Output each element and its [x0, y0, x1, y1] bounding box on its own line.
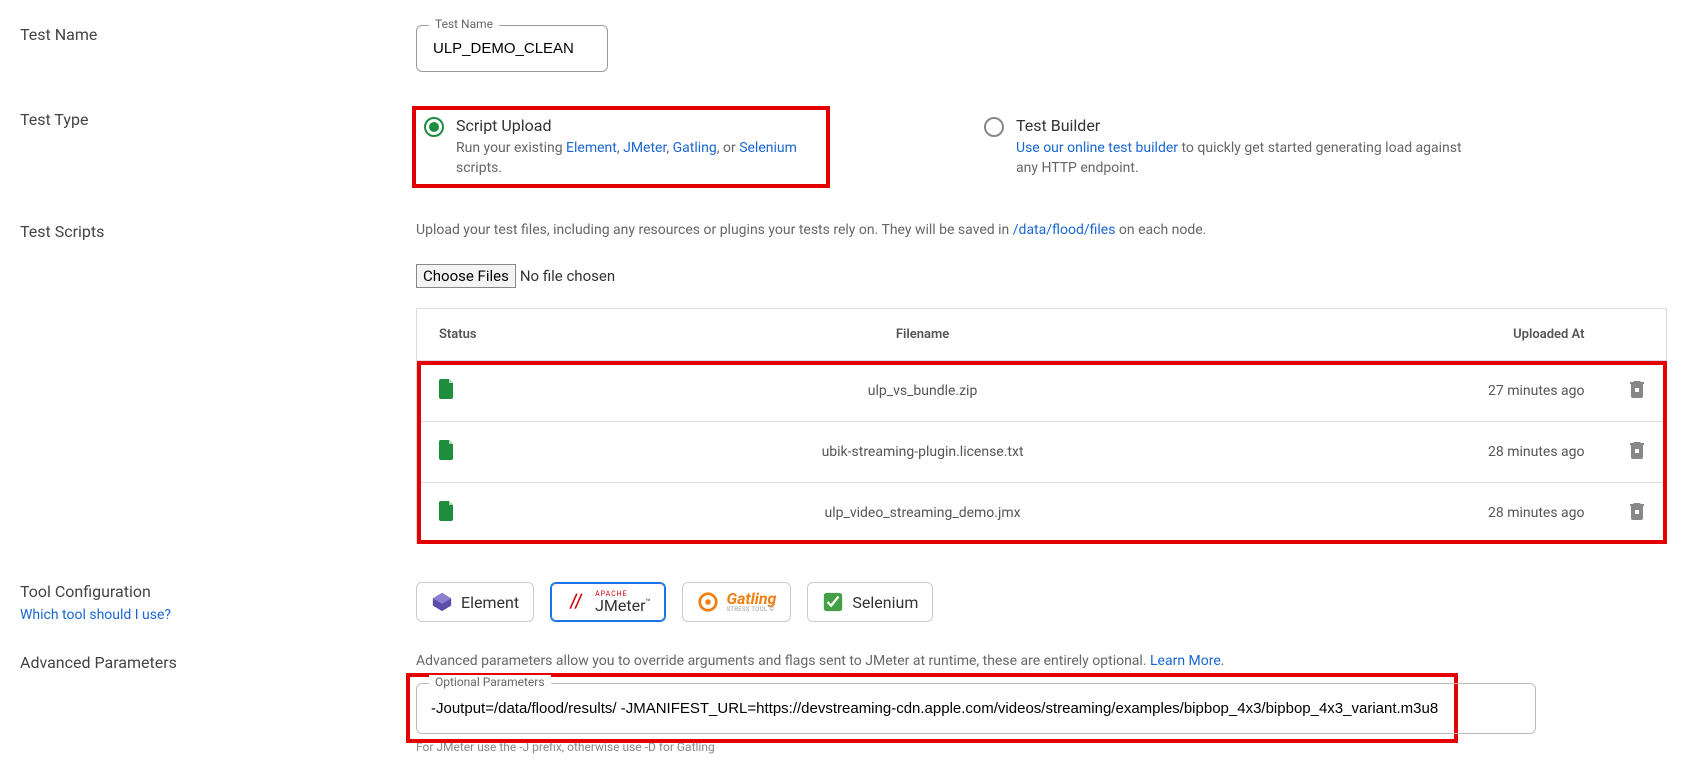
test-name-float-label: Test Name — [429, 17, 499, 31]
tool-gatling[interactable]: Gatling STRESS TOOL © — [682, 582, 792, 622]
scripts-help: Upload your test files, including any re… — [416, 222, 1667, 238]
radio-test-builder[interactable]: Test Builder Use our online test builder… — [976, 110, 1494, 184]
table-row: ulp_video_streaming_demo.jmx 28 minutes … — [417, 483, 1667, 544]
radio-icon — [424, 117, 444, 137]
radio-desc: Use our online test builder to quickly g… — [1016, 139, 1486, 178]
selenium-icon — [822, 591, 844, 613]
advanced-help: Advanced parameters allow you to overrid… — [416, 653, 1667, 669]
link-learn-more[interactable]: Learn More — [1150, 653, 1221, 669]
radio-title: Script Upload — [456, 116, 818, 135]
tool-selenium[interactable]: Selenium — [807, 582, 933, 622]
optional-params-input[interactable] — [417, 684, 1535, 733]
label-test-name: Test Name — [20, 25, 416, 44]
link-gatling[interactable]: Gatling — [673, 140, 717, 156]
tool-label: Gatling — [727, 591, 777, 607]
tool-label: Element — [461, 593, 519, 612]
radio-icon — [984, 117, 1004, 137]
label-test-type: Test Type — [20, 110, 416, 129]
file-chooser[interactable]: Choose Files No file chosen — [416, 264, 1667, 288]
jmeter-icon — [565, 591, 587, 613]
gatling-icon — [697, 591, 719, 613]
file-icon — [439, 379, 455, 399]
radio-desc: Run your existing Element, JMeter, Gatli… — [456, 139, 818, 178]
tool-label: Selenium — [852, 593, 918, 612]
tool-label: JMeter — [595, 596, 645, 615]
file-icon — [439, 501, 455, 521]
optional-params-float-label: Optional Parameters — [429, 675, 551, 689]
label-test-scripts: Test Scripts — [20, 222, 416, 241]
files-table: Status Filename Uploaded At ulp_vs_bundl… — [416, 308, 1667, 544]
link-element[interactable]: Element — [566, 140, 617, 156]
link-which-tool[interactable]: Which tool should I use? — [20, 607, 416, 623]
table-row: ubik-streaming-plugin.license.txt 28 min… — [417, 422, 1667, 483]
uploaded-at: 28 minutes ago — [1347, 483, 1607, 544]
label-tool-config: Tool Configuration — [20, 582, 151, 601]
radio-script-upload[interactable]: Script Upload Run your existing Element,… — [416, 110, 826, 184]
tool-jmeter[interactable]: APACHE JMeter™ — [550, 582, 665, 622]
optional-params-field[interactable]: Optional Parameters — [416, 683, 1536, 734]
element-icon — [431, 591, 453, 613]
th-filename: Filename — [499, 309, 1347, 361]
link-online-builder[interactable]: Use our online test builder — [1016, 140, 1178, 156]
advanced-footnote: For JMeter use the -J prefix, otherwise … — [416, 740, 1667, 754]
test-name-input[interactable] — [417, 26, 607, 71]
test-name-field[interactable]: Test Name — [416, 25, 608, 72]
filename: ulp_video_streaming_demo.jmx — [499, 483, 1347, 544]
delete-icon[interactable] — [1630, 380, 1644, 398]
label-advanced: Advanced Parameters — [20, 653, 416, 672]
link-files-path[interactable]: /data/flood/files — [1013, 222, 1116, 238]
filename: ulp_vs_bundle.zip — [499, 361, 1347, 422]
choose-files-button[interactable]: Choose Files — [416, 264, 516, 288]
uploaded-at: 27 minutes ago — [1347, 361, 1607, 422]
table-row: ulp_vs_bundle.zip 27 minutes ago — [417, 361, 1667, 422]
delete-icon[interactable] — [1630, 441, 1644, 459]
uploaded-at: 28 minutes ago — [1347, 422, 1607, 483]
th-uploaded: Uploaded At — [1347, 309, 1607, 361]
link-jmeter[interactable]: JMeter — [623, 140, 666, 156]
th-status: Status — [417, 309, 499, 361]
th-delete — [1607, 309, 1667, 361]
filename: ubik-streaming-plugin.license.txt — [499, 422, 1347, 483]
tool-element[interactable]: Element — [416, 582, 534, 622]
file-icon — [439, 440, 455, 460]
link-selenium[interactable]: Selenium — [739, 140, 797, 156]
delete-icon[interactable] — [1630, 502, 1644, 520]
file-chooser-status: No file chosen — [520, 267, 615, 285]
radio-title: Test Builder — [1016, 116, 1486, 135]
